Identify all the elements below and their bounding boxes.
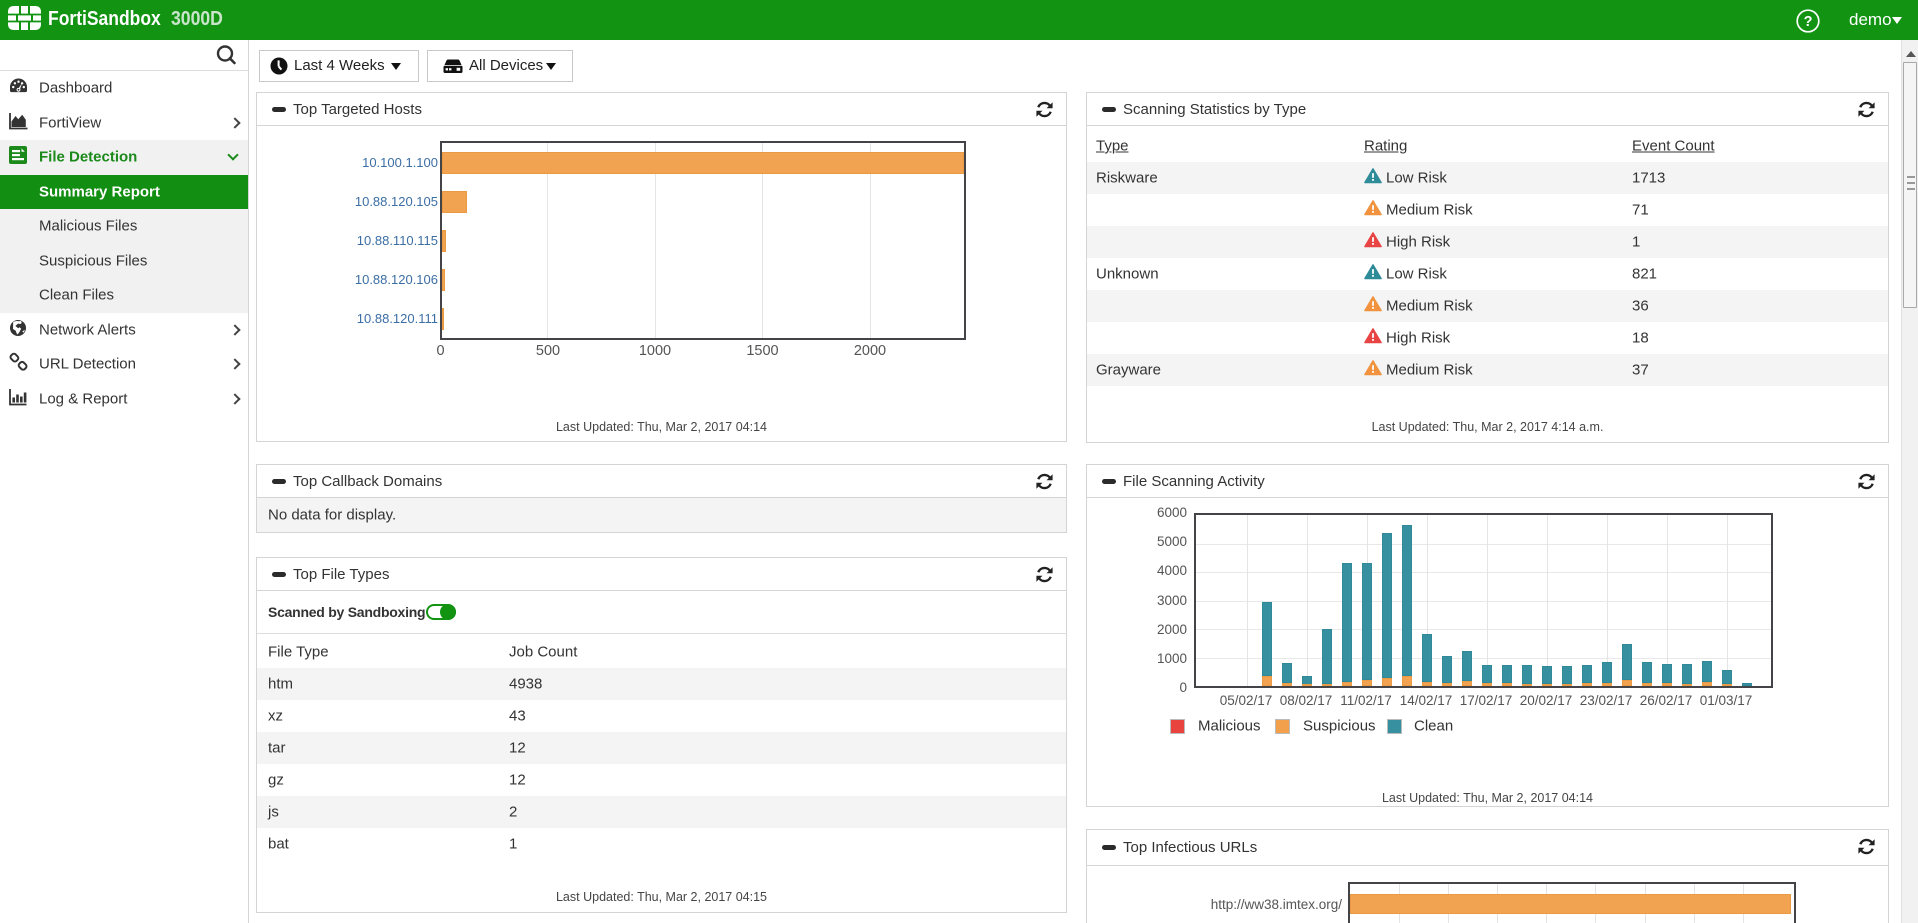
svg-text:?: ? (1804, 14, 1813, 30)
